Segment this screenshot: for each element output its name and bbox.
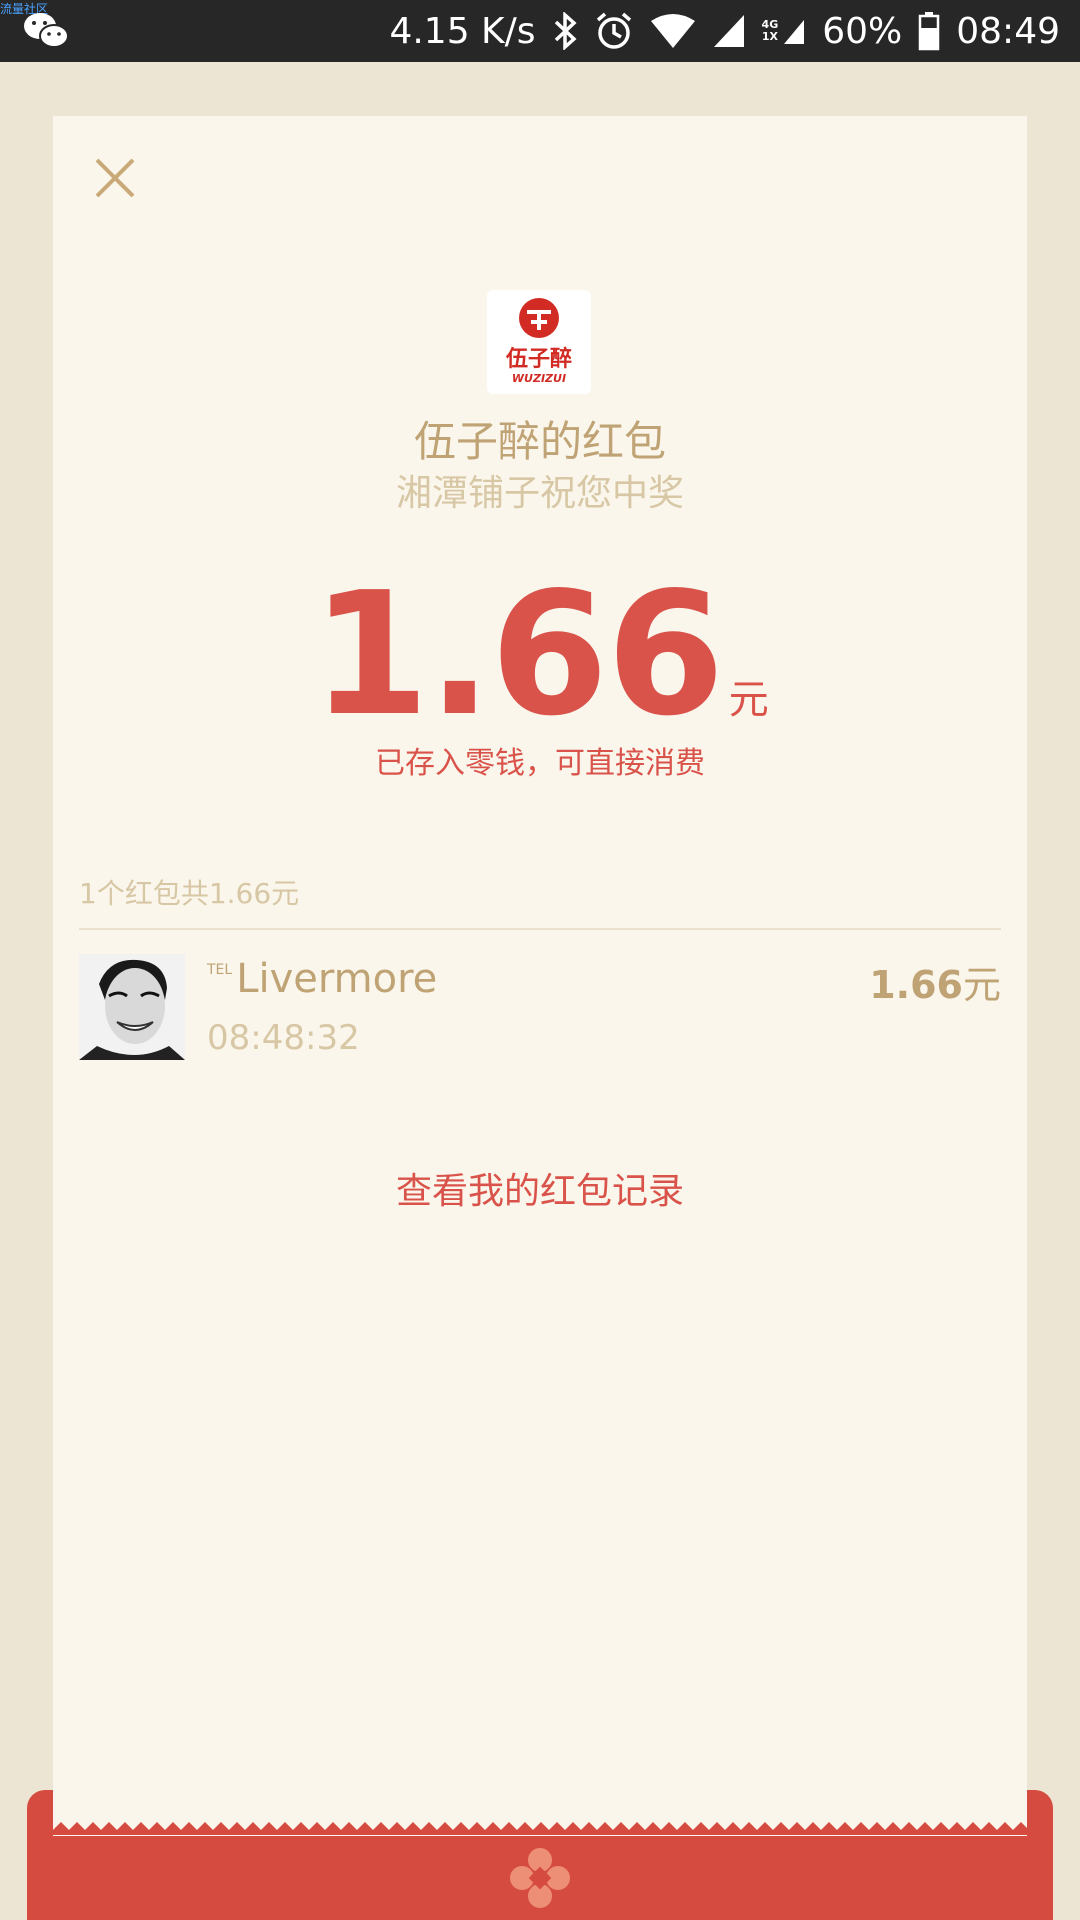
record-time: 08:48:32 bbox=[207, 1018, 360, 1058]
amount-unit: 元 bbox=[728, 677, 769, 723]
brand-logo-icon: 伍子醉 WUZIZUI bbox=[505, 298, 572, 385]
sender-logo: 伍子醉 WUZIZUI bbox=[487, 290, 591, 394]
battery-percent: 60% bbox=[822, 10, 903, 52]
wifi-icon bbox=[650, 14, 695, 48]
packet-summary: 1个红包共1.66元 bbox=[79, 877, 300, 910]
amount-display: 1.66 元 bbox=[53, 560, 1027, 750]
list-item[interactable]: TEL Livermore 08:48:32 1.66元 bbox=[79, 954, 1001, 1064]
logo-subtext: WUZIZUI bbox=[512, 372, 566, 385]
divider bbox=[79, 928, 1001, 930]
record-amount-value: 1.66 bbox=[869, 963, 963, 1007]
signal-secondary-icon bbox=[784, 20, 805, 44]
amount-value: 1.66 bbox=[311, 556, 724, 754]
red-packet-detail-card: 伍子醉 WUZIZUI 伍子醉的红包 湘潭铺子祝您中奖 1.66 元 已存入零钱，… bbox=[53, 116, 1027, 1836]
net-speed: 4.15 K/s bbox=[389, 10, 536, 52]
record-amount: 1.66元 bbox=[869, 954, 1001, 1009]
bluetooth-icon bbox=[554, 12, 577, 50]
record-name: TEL Livermore bbox=[207, 956, 437, 1002]
avatar[interactable] bbox=[79, 954, 185, 1060]
battery-icon bbox=[919, 12, 940, 51]
signal-icon bbox=[713, 15, 744, 47]
clock: 08:49 bbox=[956, 10, 1060, 52]
logo-text: 伍子醉 bbox=[505, 346, 572, 372]
alarm-icon bbox=[596, 12, 631, 49]
stored-note: 已存入零钱，可直接消费 bbox=[375, 746, 705, 781]
status-bar: 流量社区 4.15 K/s 4G 1X 60% 08:49 bbox=[0, 0, 1080, 62]
record-name-tag: TEL bbox=[207, 962, 233, 978]
network-type: 4G 1X bbox=[762, 19, 779, 43]
close-icon[interactable] bbox=[89, 152, 141, 204]
wechat-icon bbox=[24, 13, 69, 48]
blessing-text: 湘潭铺子祝您中奖 bbox=[395, 473, 684, 514]
status-right: 4.15 K/s 4G 1X 60% 08:49 bbox=[389, 0, 1060, 62]
avatar-face-icon bbox=[79, 954, 185, 1060]
network-type-bottom: 1X bbox=[761, 30, 778, 43]
view-history-link[interactable]: 查看我的红包记录 bbox=[53, 1162, 1027, 1214]
sender-title: 伍子醉的红包 bbox=[413, 417, 666, 466]
packet-emblem-icon bbox=[510, 1848, 570, 1908]
record-amount-unit: 元 bbox=[962, 963, 1001, 1007]
record-name-text: Livermore bbox=[236, 956, 438, 1002]
